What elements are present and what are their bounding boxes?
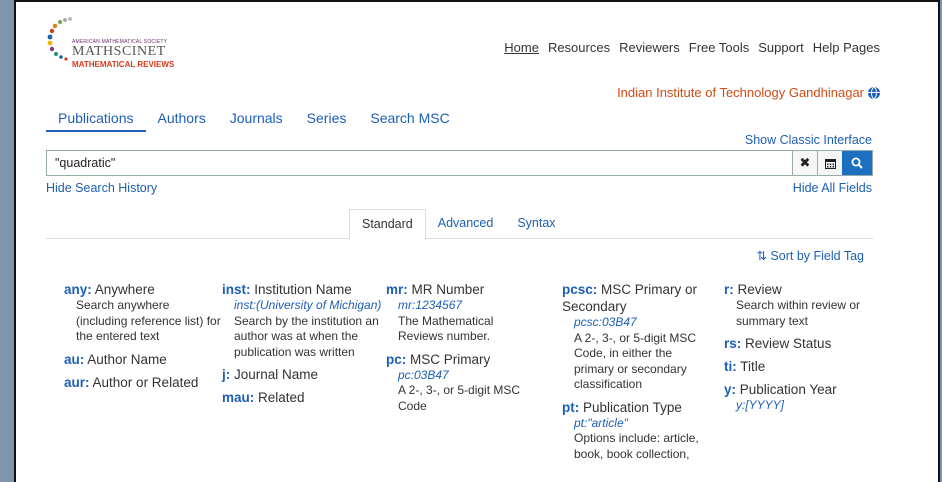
calendar-icon	[824, 158, 836, 169]
field-r[interactable]: r: Review	[724, 281, 884, 298]
field-name: Author Name	[87, 351, 167, 367]
field-description: Search within review or summary text	[736, 298, 861, 328]
field-ti[interactable]: ti: Title	[724, 358, 884, 375]
hide-search-history-link[interactable]: Hide Search History	[46, 181, 157, 195]
field-pcsc[interactable]: pcsc: MSC Primary or Secondary	[562, 281, 712, 315]
tab-journals[interactable]: Journals	[218, 110, 295, 132]
tab-standard[interactable]: Standard	[349, 209, 426, 241]
field-tag: y:	[724, 382, 737, 397]
field-column-5: r: Review Search within review or summar…	[724, 281, 884, 414]
tab-publications[interactable]: Publications	[46, 110, 146, 132]
field-name: Review Status	[745, 336, 832, 351]
field-description: A 2-, 3-, or 5-digit MSC Code, in either…	[574, 330, 697, 392]
field-name: Anywhere	[94, 282, 155, 297]
field-name: Publication Type	[583, 399, 682, 415]
field-description: The Mathematical Reviews number.	[398, 313, 494, 344]
field-tag: pt:	[562, 399, 580, 415]
field-pt[interactable]: pt: Publication Type	[562, 399, 712, 416]
field-column-3: mr: MR Number mr:1234567 The Mathematica…	[386, 281, 536, 414]
field-description: A 2-, 3-, or 5-digit MSC Code	[398, 383, 521, 413]
search-icon	[851, 157, 863, 169]
field-tag: any:	[64, 282, 92, 297]
hide-all-fields-link[interactable]: Hide All Fields	[793, 181, 872, 195]
nav-support[interactable]: Support	[758, 40, 804, 55]
show-classic-interface-link[interactable]: Show Classic Interface	[745, 133, 872, 147]
tab-search-msc[interactable]: Search MSC	[358, 110, 461, 132]
tab-series[interactable]: Series	[295, 110, 359, 132]
field-name: MR Number	[411, 282, 485, 297]
field-example: inst:(University of Michigan)	[234, 298, 382, 312]
field-tag: aur:	[64, 374, 90, 390]
field-tag: au:	[64, 351, 85, 367]
tab-syntax[interactable]: Syntax	[505, 209, 567, 241]
logo-mathscinet-text: MATHSCINET	[72, 44, 166, 59]
field-name: Related	[258, 390, 305, 405]
clear-button[interactable]: ✖	[792, 151, 817, 175]
search-input[interactable]	[47, 151, 792, 175]
field-tag: mr:	[386, 282, 408, 297]
calendar-button[interactable]	[817, 151, 842, 175]
field-mr[interactable]: mr: MR Number	[386, 281, 536, 298]
tab-advanced[interactable]: Advanced	[426, 209, 506, 241]
globe-icon	[868, 86, 880, 99]
field-example: y:[YYYY]	[736, 398, 785, 412]
field-column-4: pcsc: MSC Primary or Secondary pcsc:03B4…	[562, 281, 712, 462]
sort-by-field-tag-link[interactable]: ⇅ Sort by Field Tag	[756, 248, 864, 263]
field-name: MSC Primary	[410, 351, 491, 367]
field-example: pcsc:03B47	[574, 315, 637, 329]
field-tag: r:	[724, 282, 734, 297]
close-icon: ✖	[799, 155, 811, 170]
field-name: Journal Name	[234, 367, 319, 382]
field-tag: rs:	[724, 336, 742, 351]
logo-mr-text: MATHEMATICAL REVIEWS	[72, 60, 175, 69]
field-example: mr:1234567	[398, 298, 463, 312]
nav-resources[interactable]: Resources	[548, 40, 610, 55]
field-name: Review	[737, 282, 782, 297]
field-j[interactable]: j: Journal Name	[222, 366, 382, 383]
field-tag: pcsc:	[562, 282, 598, 297]
field-tag: mau:	[222, 390, 255, 405]
field-column-2: inst: Institution Name inst:(University …	[222, 281, 382, 406]
nav-reviewers[interactable]: Reviewers	[619, 40, 680, 55]
field-name: Author or Related	[92, 374, 199, 390]
top-nav: Home Resources Reviewers Free Tools Supp…	[504, 40, 880, 55]
nav-free-tools[interactable]: Free Tools	[689, 40, 749, 55]
page-frame: AMERICAN MATHEMATICAL SOCIETY MATHSCINET…	[14, 0, 940, 482]
nav-help-pages[interactable]: Help Pages	[813, 40, 880, 55]
field-y[interactable]: y: Publication Year	[724, 381, 884, 398]
field-au[interactable]: au: Author Name	[64, 351, 224, 368]
sort-label: Sort by Field Tag	[770, 249, 864, 263]
field-description: Options include: article, book, book col…	[574, 431, 699, 461]
field-aur[interactable]: aur: Author or Related	[64, 374, 224, 391]
field-rs[interactable]: rs: Review Status	[724, 335, 884, 352]
field-inst[interactable]: inst: Institution Name	[222, 281, 382, 298]
institution-link[interactable]: Indian Institute of Technology Gandhinag…	[617, 85, 880, 100]
field-mau[interactable]: mau: Related	[222, 389, 382, 406]
field-tag: pc:	[386, 351, 407, 367]
search-bar: ✖	[46, 150, 873, 176]
field-name: Publication Year	[739, 382, 837, 397]
field-pc[interactable]: pc: MSC Primary	[386, 351, 536, 368]
field-description: Search by the institution an author was …	[234, 313, 379, 359]
sort-icon: ⇅	[756, 249, 767, 263]
institution-name: Indian Institute of Technology Gandhinag…	[617, 85, 864, 100]
mathscinet-logo[interactable]: AMERICAN MATHEMATICAL SOCIETY MATHSCINET…	[46, 16, 186, 69]
search-button[interactable]	[842, 151, 872, 175]
search-type-tabs: Publications Authors Journals Series Sea…	[46, 110, 462, 132]
field-example: pt:"article"	[574, 415, 628, 430]
field-example: pc:03B47	[398, 367, 449, 382]
field-name: Institution Name	[254, 282, 352, 297]
field-description: Search anywhere (including reference lis…	[76, 298, 221, 343]
nav-home[interactable]: Home	[504, 40, 539, 55]
tab-authors[interactable]: Authors	[146, 110, 218, 132]
field-name: Title	[740, 359, 766, 374]
field-column-1: any: Anywhere Search anywhere (including…	[64, 281, 224, 391]
field-tag: inst:	[222, 282, 251, 297]
field-any[interactable]: any: Anywhere	[64, 281, 224, 298]
field-tag: j:	[222, 367, 231, 382]
field-tag: ti:	[724, 359, 737, 374]
field-help-tabs: Standard Advanced Syntax	[349, 209, 568, 241]
